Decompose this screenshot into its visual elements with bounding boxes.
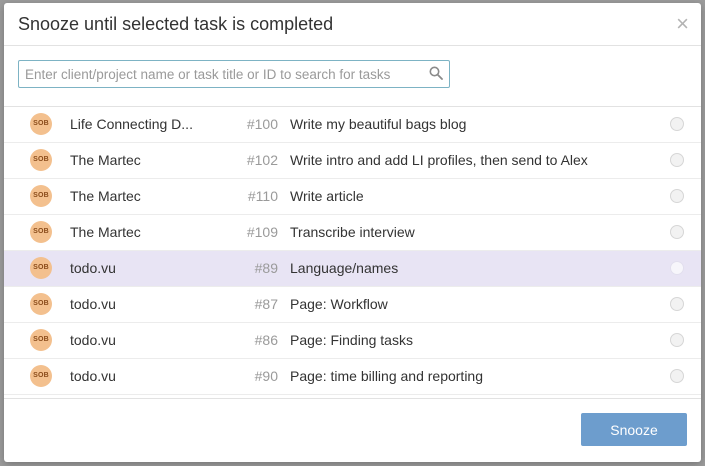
task-id: #90: [254, 368, 278, 384]
avatar: SOB: [30, 221, 52, 243]
task-row[interactable]: SOB Life Connecting D... #100 Write my beau…: [4, 107, 701, 143]
task-row[interactable]: SOB todo.vu #87 Page: Workflow: [4, 287, 701, 323]
task-select-radio[interactable]: [670, 333, 684, 347]
task-select-radio[interactable]: [670, 153, 684, 167]
task-row[interactable]: SOB todo.vu #86 Page: Finding tasks: [4, 323, 701, 359]
close-icon[interactable]: ×: [676, 11, 689, 37]
task-client: The Martec: [70, 152, 141, 168]
task-client: The Martec: [70, 224, 141, 240]
task-row[interactable]: SOB The Martec #109 Transcribe interview: [4, 215, 701, 251]
task-row[interactable]: SOB todo.vu #89 Language/names: [4, 251, 701, 287]
task-row[interactable]: SOB The Martec #110 Write article: [4, 179, 701, 215]
task-select-radio[interactable]: [670, 261, 684, 275]
task-title: Page: Finding tasks: [290, 332, 413, 348]
avatar: SOB: [30, 293, 52, 315]
modal-header: Snooze until selected task is completed …: [4, 3, 701, 46]
task-title: Page: Workflow: [290, 296, 388, 312]
task-select-radio[interactable]: [670, 225, 684, 239]
avatar: SOB: [30, 149, 52, 171]
avatar: SOB: [30, 365, 52, 387]
task-id: #110: [247, 188, 278, 204]
snooze-modal: Snooze until selected task is completed …: [4, 3, 701, 462]
task-select-radio[interactable]: [670, 369, 684, 383]
task-id: #87: [254, 296, 278, 312]
task-select-radio[interactable]: [670, 117, 684, 131]
task-row[interactable]: SOB The Martec #102 Write intro and add LI …: [4, 143, 701, 179]
task-id: #109: [246, 224, 278, 240]
task-id: #89: [254, 260, 278, 276]
snooze-button[interactable]: Snooze: [581, 413, 687, 446]
task-id: #102: [246, 152, 278, 168]
task-client: The Martec: [70, 188, 141, 204]
avatar: SOB: [30, 257, 52, 279]
avatar: SOB: [30, 113, 52, 135]
avatar: SOB: [30, 329, 52, 351]
task-client: todo.vu: [70, 260, 116, 276]
task-client: todo.vu: [70, 296, 116, 312]
search-icon: [429, 66, 443, 80]
search-input[interactable]: [18, 60, 450, 88]
task-title: Write intro and add LI profiles, then se…: [290, 152, 588, 168]
task-title: Page: time billing and reporting: [290, 368, 484, 384]
search-section: [4, 46, 701, 107]
task-client: Life Connecting D...: [70, 116, 193, 132]
task-title: Transcribe interview: [290, 224, 415, 240]
task-list: SOB Life Connecting D... #100 Write my beau…: [4, 107, 701, 400]
task-client: todo.vu: [70, 332, 116, 348]
task-select-radio[interactable]: [670, 189, 684, 203]
task-title: Write article: [290, 188, 364, 204]
modal-title: Snooze until selected task is completed: [18, 14, 334, 34]
task-title: Language/names: [290, 260, 399, 276]
modal-footer: Snooze: [4, 398, 701, 462]
task-title: Write my beautiful bags blog: [290, 116, 467, 132]
task-id: #86: [254, 332, 278, 348]
task-select-radio[interactable]: [670, 297, 684, 311]
task-id: #100: [246, 116, 278, 132]
task-client: todo.vu: [70, 368, 116, 384]
avatar: SOB: [30, 185, 52, 207]
task-row[interactable]: SOB todo.vu #90 Page: time billing and repo…: [4, 359, 701, 395]
